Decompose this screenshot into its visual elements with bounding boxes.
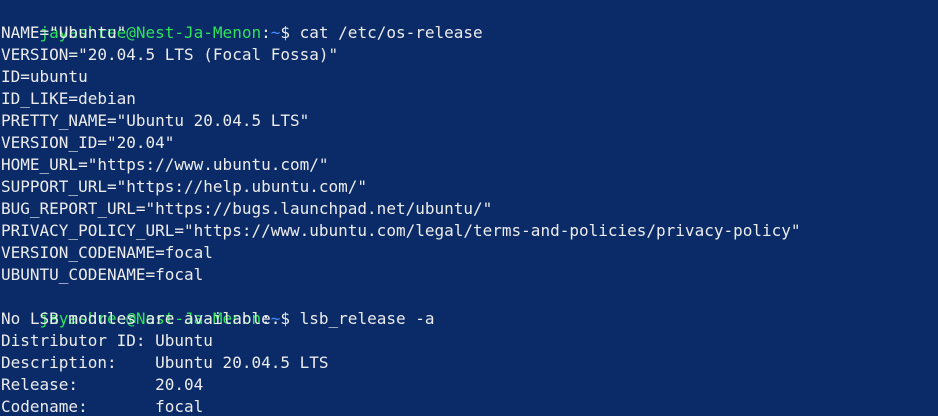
output-line: Description: Ubuntu 20.04.5 LTS xyxy=(1,353,329,372)
output-line: SUPPORT_URL="https://help.ubuntu.com/" xyxy=(1,177,368,196)
output-line: ID=ubuntu xyxy=(1,67,88,86)
output-line: HOME_URL="https://www.ubuntu.com/" xyxy=(1,155,329,174)
output-line: VERSION="20.04.5 LTS (Focal Fossa)" xyxy=(1,45,339,64)
output-line: BUG_REPORT_URL="https://bugs.launchpad.n… xyxy=(1,199,493,218)
prompt-dollar: $ xyxy=(280,23,300,42)
output-line: VERSION_ID="20.04" xyxy=(1,133,175,152)
output-line: Release: 20.04 xyxy=(1,375,204,394)
output-line: PRETTY_NAME="Ubuntu 20.04.5 LTS" xyxy=(1,111,310,130)
prompt-path: ~ xyxy=(270,23,281,42)
output-line: ID_LIKE=debian xyxy=(1,89,136,108)
prompt-line-2: jayashree@Nest-Ja-Menon:~$ lsb_release -… xyxy=(0,286,938,328)
output-line: PRIVACY_POLICY_URL="https://www.ubuntu.c… xyxy=(1,221,801,240)
prompt-colon: : xyxy=(261,23,271,42)
prompt-dollar: $ xyxy=(280,309,300,328)
prompt-line-1: jayashree@Nest-Ja-Menon:~$ cat /etc/os-r… xyxy=(0,0,938,42)
output-line: Distributor ID: Ubuntu xyxy=(1,331,213,350)
terminal-window[interactable]: jayashree@Nest-Ja-Menon:~$ cat /etc/os-r… xyxy=(0,0,938,416)
command-text: lsb_release -a xyxy=(299,309,435,328)
output-line: Codename: focal xyxy=(1,397,204,416)
command-text: cat /etc/os-release xyxy=(299,23,483,42)
output-line: No LSB modules are available. xyxy=(1,309,281,328)
output-line: UBUNTU_CODENAME=focal xyxy=(1,265,204,284)
output-line: VERSION_CODENAME=focal xyxy=(1,243,213,262)
